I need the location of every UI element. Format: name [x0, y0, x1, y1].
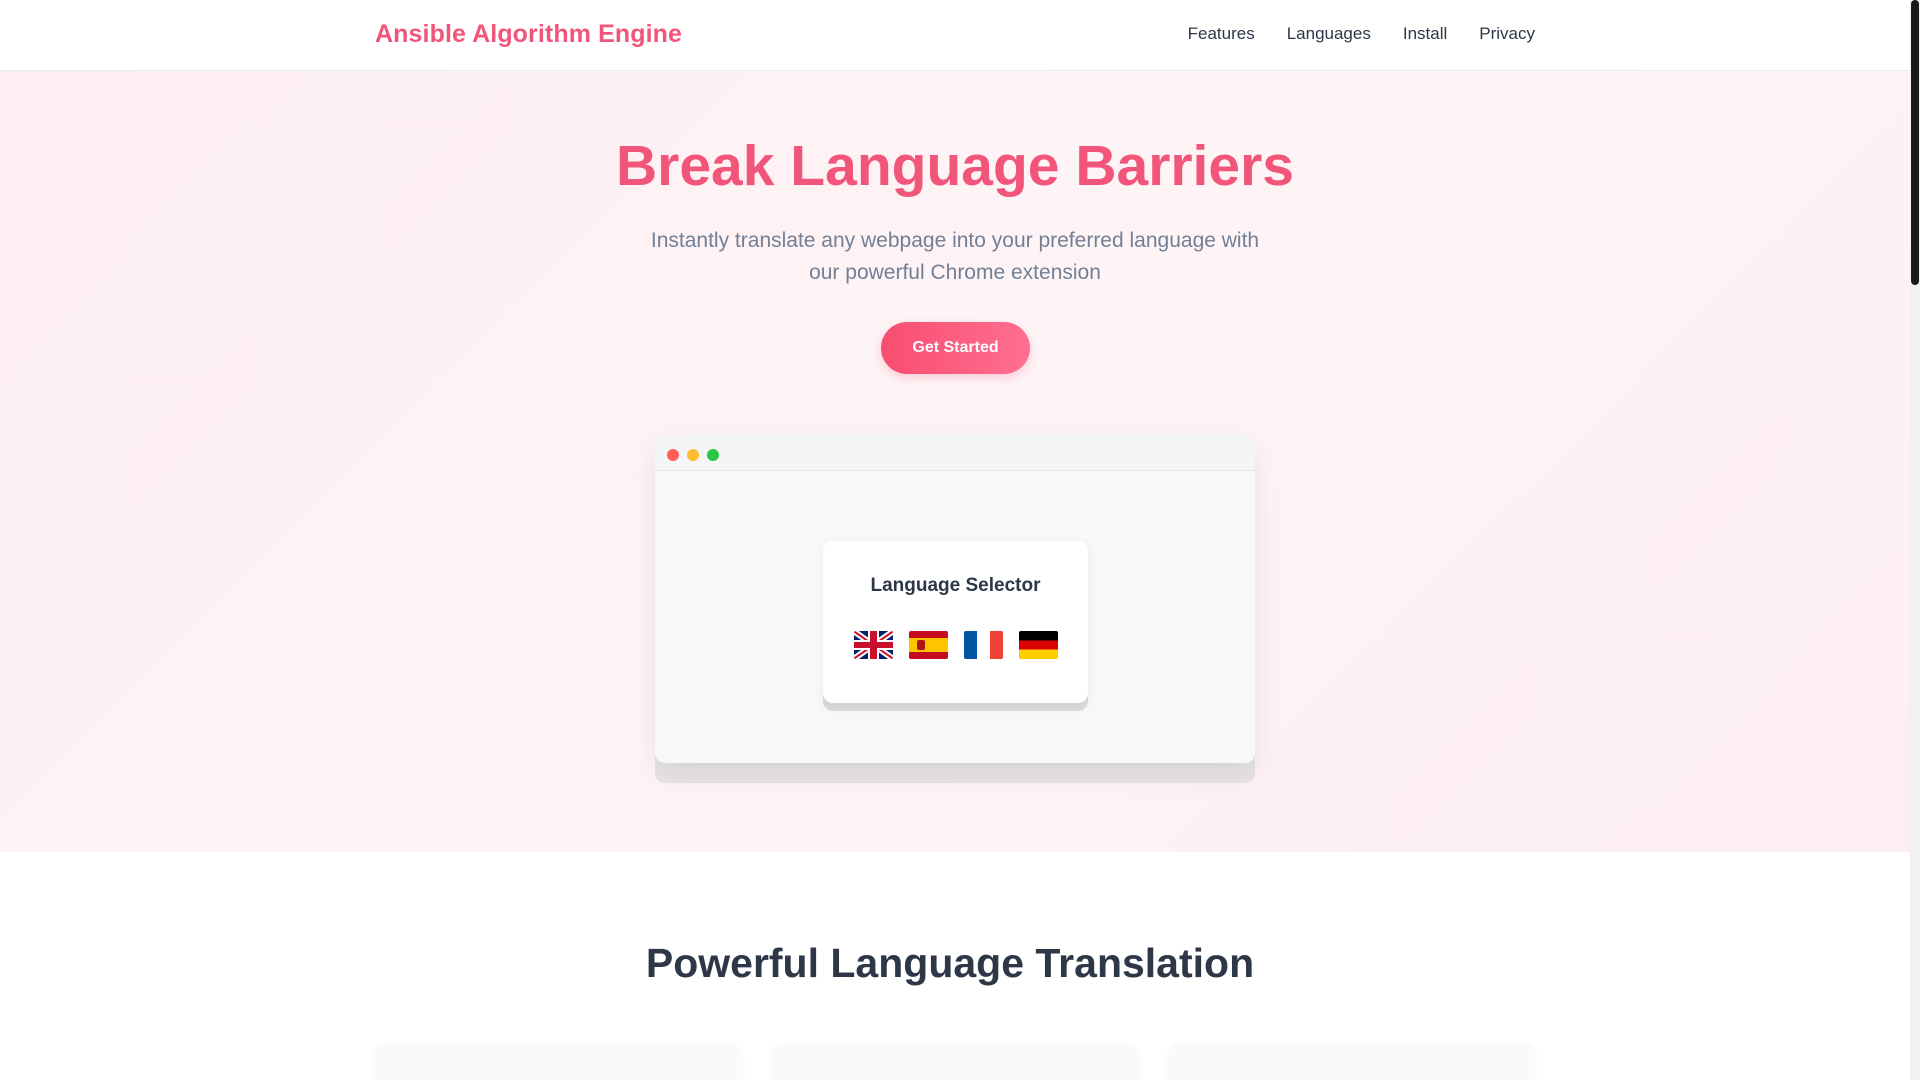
feature-card	[375, 1044, 742, 1080]
spain-flag-icon[interactable]	[908, 631, 948, 659]
nav-link-features[interactable]: Features	[1188, 24, 1255, 44]
page-scrollbar[interactable]	[1910, 0, 1920, 1080]
hero-subtitle-line-2: our powerful Chrome extension	[809, 261, 1101, 284]
flag-list	[823, 631, 1088, 659]
nav-link-privacy[interactable]: Privacy	[1479, 24, 1535, 44]
germany-flag-icon[interactable]	[1018, 631, 1058, 659]
hero-subtitle: Instantly translate any webpage into you…	[650, 225, 1260, 289]
site-header: Ansible Algorithm Engine Features Langua…	[0, 0, 1910, 71]
feature-card	[1168, 1044, 1535, 1080]
hero-subtitle-line-1: Instantly translate any webpage into you…	[650, 229, 1260, 252]
browser-toolbar	[655, 435, 1255, 471]
hero-section: Break Language Barriers Instantly transl…	[0, 71, 1910, 852]
features-section-title: Powerful Language Translation	[645, 940, 1255, 986]
get-started-button[interactable]: Get Started	[881, 322, 1030, 374]
main-nav: Features Languages Install Privacy	[1188, 24, 1535, 44]
language-selector-card: Language Selector	[823, 541, 1088, 703]
france-flag-icon[interactable]	[963, 631, 1003, 659]
window-maximize-dot-icon	[707, 449, 719, 461]
site-logo[interactable]: Ansible Algorithm Engine	[375, 20, 682, 49]
feature-card	[772, 1044, 1139, 1080]
nav-link-install[interactable]: Install	[1403, 24, 1447, 44]
page-viewport: Ansible Algorithm Engine Features Langua…	[0, 0, 1910, 1080]
window-minimize-dot-icon	[687, 449, 699, 461]
uk-flag-icon[interactable]	[853, 631, 893, 659]
hero-title: Break Language Barriers	[616, 134, 1294, 198]
language-selector-title: Language Selector	[870, 575, 1041, 596]
browser-mockup: Language Selector	[655, 435, 1255, 763]
nav-link-languages[interactable]: Languages	[1287, 24, 1371, 44]
window-close-dot-icon	[667, 449, 679, 461]
scrollbar-thumb[interactable]	[1911, 0, 1919, 285]
